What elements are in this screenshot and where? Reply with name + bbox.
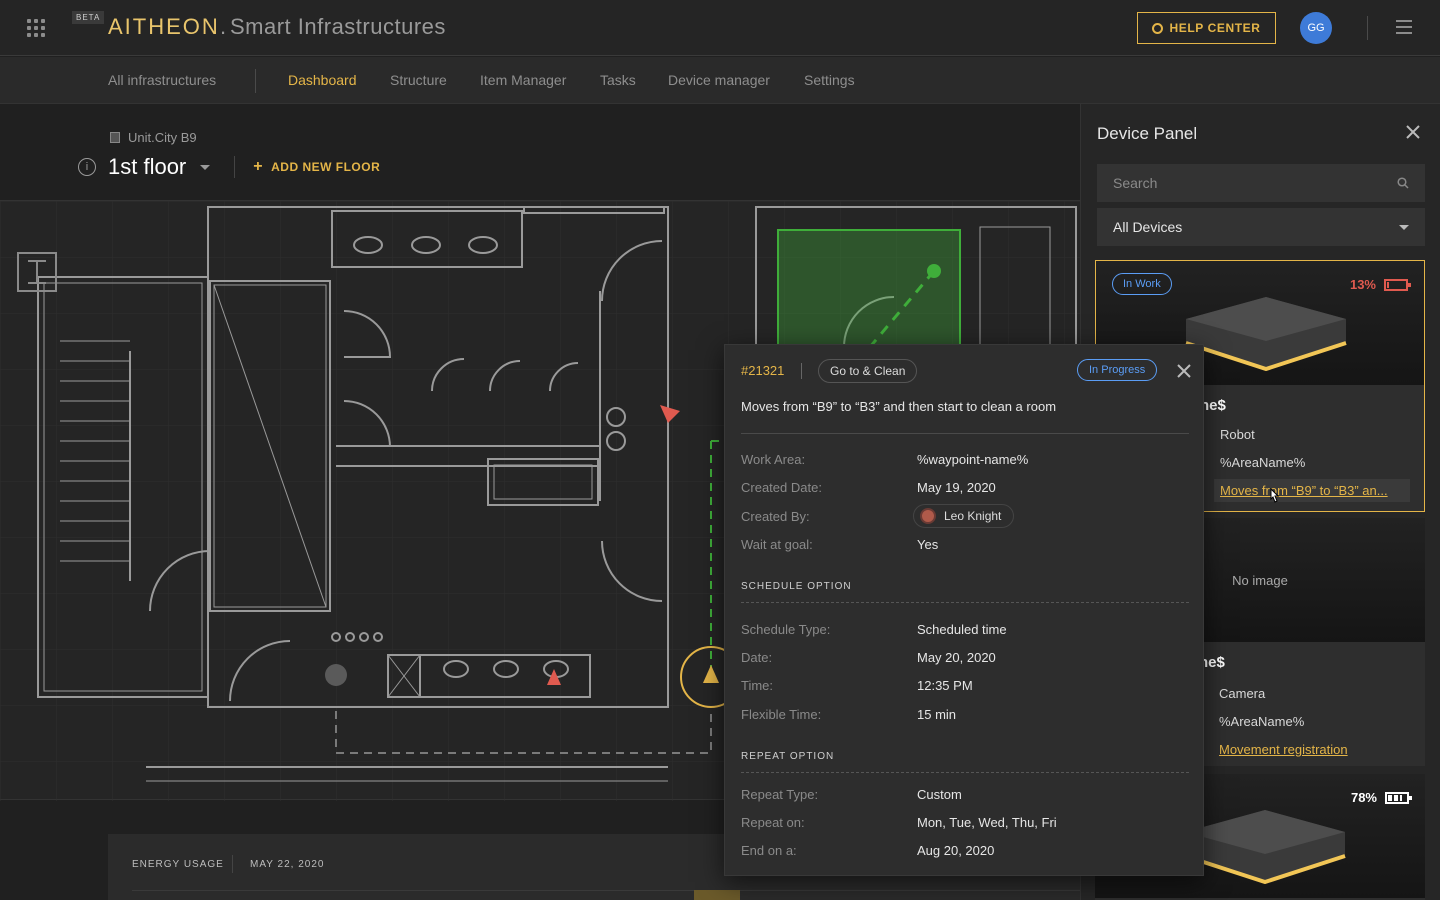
plus-icon: + bbox=[253, 158, 264, 175]
divider bbox=[234, 156, 236, 178]
detail-value: %waypoint-name% bbox=[917, 452, 1029, 467]
nav-all-infrastructures[interactable]: All infrastructures bbox=[108, 72, 216, 88]
detail-label: Wait at goal: bbox=[741, 537, 813, 552]
nav-tasks[interactable]: Tasks bbox=[600, 72, 636, 88]
top-bar: BETA AITHEON . Smart Infrastructures HEL… bbox=[0, 0, 1440, 56]
nav-structure[interactable]: Structure bbox=[390, 72, 447, 88]
nav-settings[interactable]: Settings bbox=[804, 72, 855, 88]
waypoint-marker[interactable] bbox=[927, 264, 941, 278]
detail-label: Created Date: bbox=[741, 480, 822, 495]
detail-label: End on a: bbox=[741, 843, 797, 858]
battery-indicator: 78% bbox=[1350, 790, 1412, 805]
detail-label: Repeat on: bbox=[741, 815, 805, 830]
divider bbox=[232, 855, 233, 873]
device-type: Robot bbox=[1220, 427, 1255, 442]
device-filter-select[interactable]: All Devices bbox=[1097, 208, 1425, 246]
device-type: Camera bbox=[1219, 686, 1266, 701]
detail-value: May 19, 2020 bbox=[917, 480, 996, 495]
detail-label: Time: bbox=[741, 678, 774, 693]
building-name: Unit.City B9 bbox=[128, 130, 197, 145]
search-icon[interactable] bbox=[1397, 177, 1409, 189]
help-center-label: HELP CENTER bbox=[1169, 21, 1261, 35]
task-status-badge: In Progress bbox=[1077, 359, 1158, 381]
status-badge: In Work bbox=[1112, 273, 1172, 295]
divider bbox=[741, 433, 1189, 434]
building-icon bbox=[110, 132, 120, 143]
nav-dashboard[interactable]: Dashboard bbox=[288, 72, 357, 88]
detail-value: 15 min bbox=[917, 707, 957, 722]
detail-value: Mon, Tue, Wed, Thu, Fri bbox=[917, 815, 1057, 830]
section-title: REPEAT OPTION bbox=[741, 751, 835, 762]
nav-item-manager[interactable]: Item Manager bbox=[480, 72, 566, 88]
beta-badge: BETA bbox=[72, 11, 105, 24]
detail-label: Schedule Type: bbox=[741, 622, 831, 637]
section-title: SCHEDULE OPTION bbox=[741, 581, 852, 592]
chevron-down-icon bbox=[1399, 224, 1409, 230]
energy-date[interactable]: MAY 22, 2020 bbox=[250, 859, 324, 870]
chart-baseline bbox=[132, 890, 1080, 891]
device-task-link[interactable]: Moves from “B9” to “B3” an... bbox=[1214, 479, 1410, 502]
energy-bar-highlight[interactable] bbox=[694, 890, 740, 900]
brand-logo[interactable]: AITHEON bbox=[108, 14, 220, 40]
add-floor-label: ADD NEW FLOOR bbox=[271, 160, 381, 174]
lifebuoy-icon bbox=[1152, 22, 1164, 34]
list-icon[interactable] bbox=[1396, 20, 1412, 34]
energy-usage-label: ENERGY USAGE bbox=[132, 859, 224, 870]
sub-navigation: All infrastructures Dashboard Structure … bbox=[0, 57, 1440, 104]
zone-area[interactable] bbox=[777, 229, 961, 349]
divider bbox=[741, 602, 1189, 603]
device-task-link[interactable]: Movement registration bbox=[1219, 742, 1348, 757]
detail-value: Custom bbox=[917, 787, 962, 802]
floor-name[interactable]: 1st floor bbox=[108, 154, 186, 180]
divider bbox=[255, 69, 256, 93]
close-icon[interactable] bbox=[1405, 124, 1421, 140]
device-area: %AreaName% bbox=[1220, 455, 1306, 470]
battery-icon bbox=[1384, 278, 1411, 291]
user-chip[interactable]: Leo Knight bbox=[913, 504, 1015, 528]
help-center-button[interactable]: HELP CENTER bbox=[1137, 12, 1276, 44]
battery-percent: 13% bbox=[1349, 277, 1376, 292]
search-input[interactable] bbox=[1113, 175, 1373, 191]
device-filter-value: All Devices bbox=[1113, 219, 1183, 235]
nav-device-manager[interactable]: Device manager bbox=[668, 72, 770, 88]
info-icon[interactable]: i bbox=[78, 158, 96, 176]
detail-label: Date: bbox=[741, 650, 773, 665]
device-panel-title: Device Panel bbox=[1097, 124, 1198, 143]
task-id: #21321 bbox=[741, 363, 785, 378]
divider bbox=[801, 363, 802, 379]
add-floor-button[interactable]: + ADD NEW FLOOR bbox=[253, 158, 380, 176]
chevron-down-icon[interactable] bbox=[200, 164, 211, 170]
battery-indicator: 13% bbox=[1349, 277, 1411, 292]
detail-label: Repeat Type: bbox=[741, 787, 819, 802]
task-description: Moves from “B9” to “B3” and then start t… bbox=[741, 399, 1057, 414]
detail-label: Work Area: bbox=[741, 452, 806, 467]
task-details-popup: #21321 Go to & Clean In Progress Moves f… bbox=[724, 344, 1204, 876]
floor-selector-row: i 1st floor + ADD NEW FLOOR bbox=[78, 152, 380, 182]
task-type-tag: Go to & Clean bbox=[818, 359, 918, 383]
apps-grid-icon[interactable] bbox=[27, 19, 45, 37]
device-area: %AreaName% bbox=[1219, 714, 1305, 729]
divider bbox=[1367, 16, 1368, 40]
detail-label: Created By: bbox=[741, 509, 810, 524]
building-breadcrumb[interactable]: Unit.City B9 bbox=[110, 130, 197, 145]
user-avatar[interactable]: GG bbox=[1300, 12, 1332, 44]
detail-value: Aug 20, 2020 bbox=[917, 843, 995, 858]
logo-separator: . bbox=[220, 14, 227, 39]
device-search bbox=[1097, 164, 1425, 202]
cursor-icon bbox=[1270, 488, 1280, 503]
user-name: Leo Knight bbox=[944, 509, 1002, 523]
detail-value: Scheduled time bbox=[917, 622, 1007, 637]
divider bbox=[741, 772, 1189, 773]
app-title: Smart Infrastructures bbox=[230, 14, 446, 39]
avatar bbox=[920, 508, 936, 524]
detail-value: May 20, 2020 bbox=[917, 650, 996, 665]
detail-value: 12:35 PM bbox=[917, 678, 973, 693]
battery-percent: 78% bbox=[1350, 790, 1377, 805]
battery-icon bbox=[1385, 791, 1412, 804]
detail-label: Flexible Time: bbox=[741, 707, 822, 722]
detail-value: Yes bbox=[917, 537, 939, 552]
close-icon[interactable] bbox=[1176, 363, 1192, 379]
